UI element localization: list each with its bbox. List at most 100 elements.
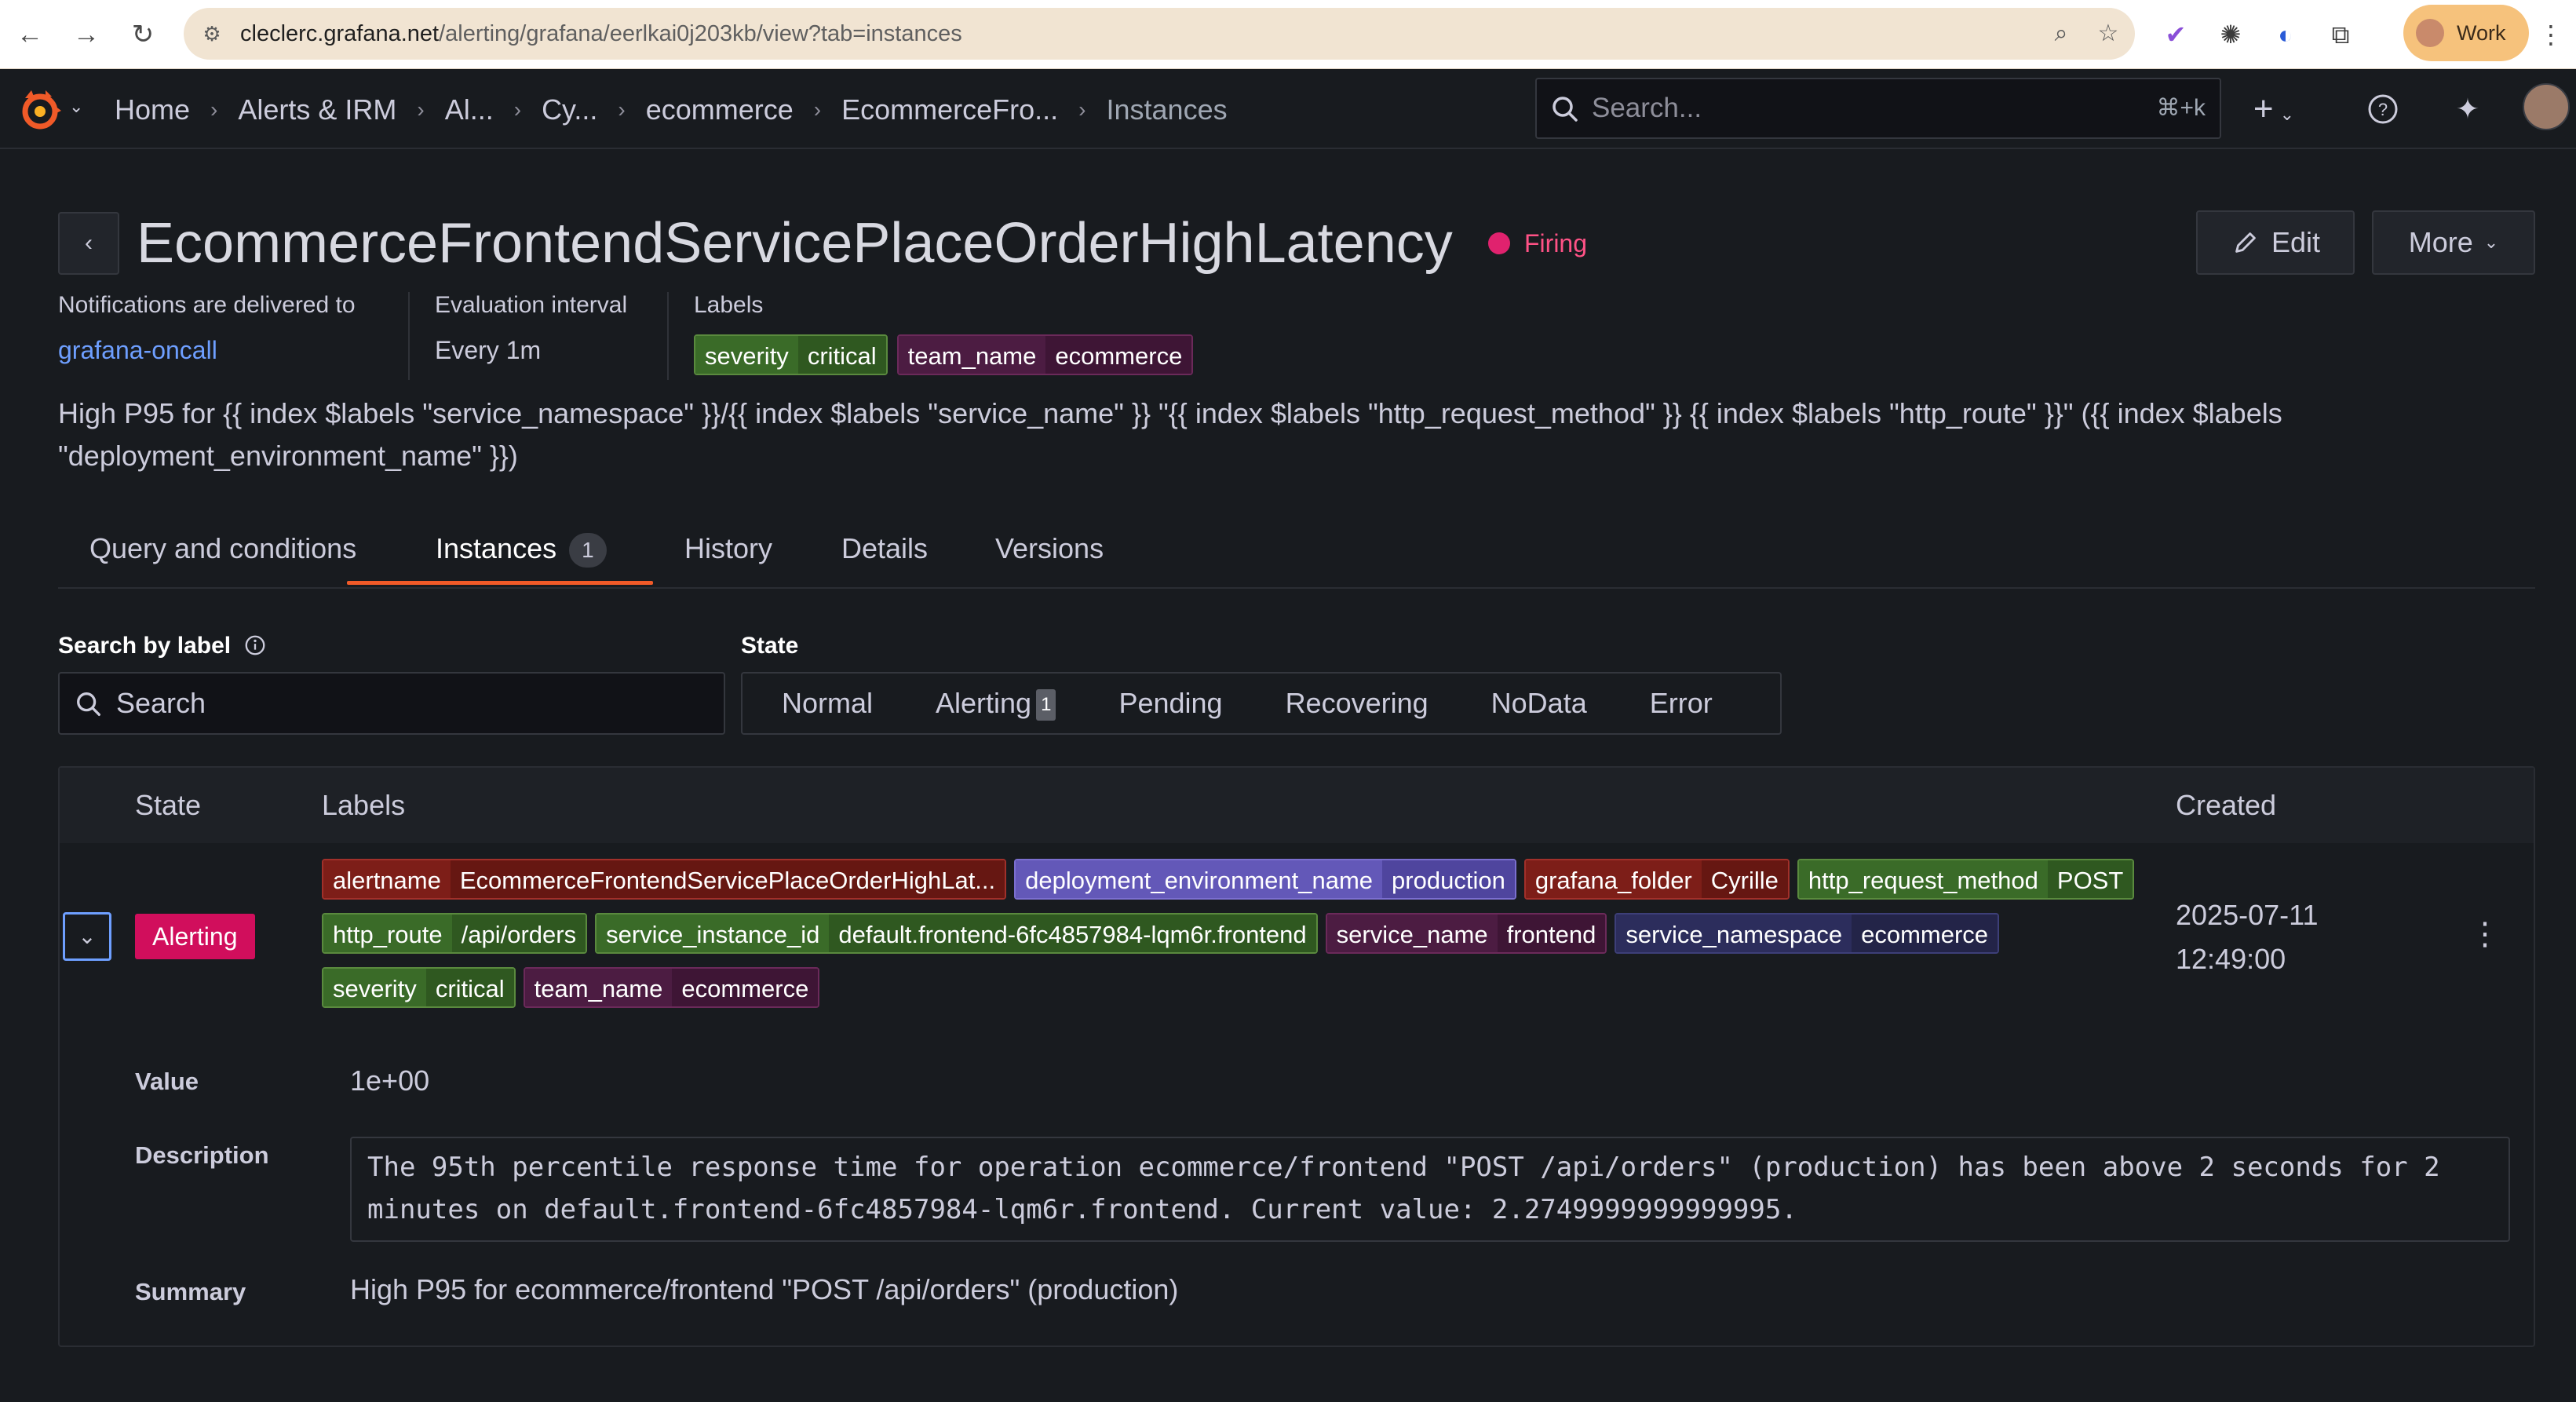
label-tag: deployment_environment_name production [1014,859,1516,900]
rule-summary-template: High P95 for {{ index $labels "service_n… [58,397,2282,472]
search-placeholder: Search... [1592,93,1702,123]
extension-password-icon[interactable]: ◐ [2267,16,2304,53]
site-settings-icon[interactable]: ⚙ [199,21,224,46]
alerting-count-badge: 1 [1036,689,1056,721]
add-button[interactable]: + ⌄ [2246,89,2301,130]
state-option-pending[interactable]: Pending [1087,674,1253,733]
browser-chrome: ← → ↻ ⚙ cleclerc.grafana.net/alerting/gr… [0,0,2576,69]
bookmark-star-icon[interactable]: ☆ [2093,18,2124,49]
pencil-icon [2235,232,2256,253]
label-tag: service_name frontend [1325,913,1607,954]
breadcrumb-rule[interactable]: EcommerceFro... [841,93,1058,126]
back-arrow-icon[interactable]: ← [9,14,50,55]
breadcrumb-group[interactable]: ecommerce [646,93,794,126]
profile-label: Work [2457,21,2506,45]
tab-instances[interactable]: Instances 1 [436,521,607,589]
user-avatar[interactable] [2523,83,2570,130]
tab-query-and-conditions[interactable]: Query and conditions [89,521,356,589]
global-search-input[interactable]: Search... ⌘+k [1535,78,2221,139]
tab-versions[interactable]: Versions [995,521,1104,589]
search-icon [77,692,100,716]
instance-labels: alertname EcommerceFrontendServicePlaceOr… [322,859,2143,1008]
instances-table: State Labels Created ⌄ Alerting alertnam… [58,766,2535,1347]
back-button[interactable]: ‹ [58,212,119,275]
edit-button[interactable]: Edit [2196,210,2355,275]
instances-count-badge: 1 [569,533,607,568]
active-tab-indicator [347,581,653,585]
label-tag: http_request_method POST [1797,859,2135,900]
chevron-right-icon: › [417,97,425,122]
breadcrumb-home[interactable]: Home [115,93,190,126]
rule-state-label: Firing [1524,229,1588,257]
column-header-state: State [135,789,202,821]
expand-row-button[interactable]: ⌄ [63,912,111,961]
page-title: EcommerceFrontendServicePlaceOrderHighLa… [137,212,1453,275]
state-option-alerting[interactable]: Alerting 1 [904,674,1087,733]
firing-state-dot-icon [1488,232,1510,254]
summary-label: Summary [135,1278,246,1305]
help-icon[interactable]: ? [2363,89,2403,130]
svg-text:?: ? [2378,100,2388,119]
chevron-right-icon: › [513,97,522,122]
search-placeholder: Search [116,687,206,719]
evaluation-interval-value: Every 1m [435,336,542,364]
chevron-right-icon: › [1078,97,1086,122]
divider [667,292,669,380]
label-tag: severity critical [322,967,516,1008]
chevron-down-icon[interactable]: ⌄ [69,97,83,117]
chevron-down-icon: ⌄ [78,924,97,948]
chevron-down-icon: ⌄ [2483,232,2499,252]
search-by-label-heading: Search by label [58,633,267,659]
description-label: Description [135,1141,269,1169]
address-bar[interactable]: ⚙ cleclerc.grafana.net/alerting/grafana/… [184,8,2135,60]
profile-button[interactable]: Work [2403,5,2529,61]
breadcrumb-folder[interactable]: Cy... [542,93,597,126]
state-option-nodata[interactable]: NoData [1460,674,1618,733]
label-tag: severity critical [694,334,888,375]
extensions-puzzle-icon[interactable]: ⧉ [2322,16,2359,53]
label-tag: alertname EcommerceFrontendServicePlaceOr… [322,859,1007,900]
top-navigation: ⌄ Home › Alerts & IRM › Al... › Cy... › … [0,70,2576,149]
search-by-label-input[interactable]: Search [58,672,725,735]
info-icon[interactable] [243,633,267,657]
value-text: 1e+00 [350,1064,430,1097]
label-tag: service_instance_id default.frontend-6fc4… [595,913,1318,954]
url-text: cleclerc.grafana.net/alerting/grafana/ee… [240,21,962,46]
breadcrumb-alerts-irm[interactable]: Alerts & IRM [238,93,396,126]
state-option-normal[interactable]: Normal [750,674,904,733]
tab-details[interactable]: Details [841,521,928,589]
browser-menu-icon[interactable]: ⋮ [2537,16,2565,53]
search-shortcut: ⌘+k [2156,95,2206,121]
state-option-error[interactable]: Error [1618,674,1744,733]
row-actions-menu-icon[interactable]: ⋮ [2469,909,2501,959]
more-button[interactable]: More ⌄ [2372,210,2535,275]
tab-history[interactable]: History [684,521,772,589]
label-tag: team_name ecommerce [896,334,1194,375]
label-tag: http_route/api/orders [322,913,588,954]
table-header: State Labels Created [60,768,2534,843]
extension-check-icon[interactable]: ✔ [2157,16,2195,53]
more-label: More [2408,226,2473,258]
created-date: 2025-07-11 [2176,899,2319,931]
zoom-icon[interactable]: ⌕ [2045,18,2077,49]
breadcrumb-current: Instances [1106,93,1228,126]
forward-arrow-icon[interactable]: → [66,14,107,55]
breadcrumb-alerting[interactable]: Al... [445,93,494,126]
created-time: 12:49:00 [2176,943,2286,975]
edit-label: Edit [2271,226,2321,258]
divider [408,292,410,380]
created-timestamp: 2025-07-11 12:49:00 [2176,893,2318,981]
summary-text: High P95 for ecommerce/frontend "POST /a… [350,1273,1179,1305]
reload-icon[interactable]: ↻ [122,14,163,55]
state-filter: Normal Alerting 1 Pending Recovering NoDa… [741,672,1782,735]
label-tag: grafana_folder Cyrille [1523,859,1790,900]
grafana-logo-icon[interactable] [17,87,63,133]
instance-state-badge: Alerting [135,914,255,959]
contact-point-link[interactable]: grafana-oncall [58,336,217,365]
state-option-recovering[interactable]: Recovering [1254,674,1460,733]
labels-heading: Labels [694,292,764,318]
extension-gear-icon[interactable]: ✺ [2212,16,2249,53]
rule-labels: severity critical team_name ecommerce [694,334,1194,375]
notifications-label: Notifications are delivered to [58,292,356,318]
ai-sparkle-icon[interactable]: ✦ [2447,89,2488,130]
